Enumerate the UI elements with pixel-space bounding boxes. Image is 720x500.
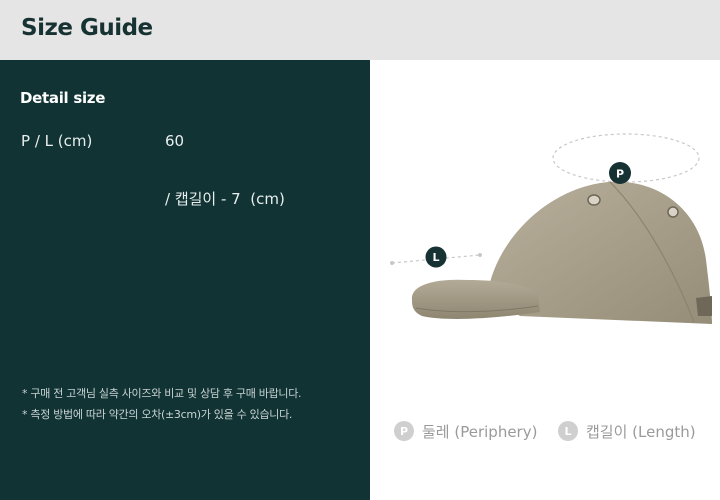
- spec-extra: / 캡길이 - 7 (cm): [165, 190, 285, 208]
- legend-periphery: P 둘레 (Periphery): [394, 420, 537, 442]
- detail-size-panel: Detail size P / L (cm) 60 / 캡길이 - 7 (cm)…: [0, 60, 370, 500]
- legend-label-length: 캡길이 (Length): [586, 422, 696, 441]
- marker-p-label: P: [616, 168, 624, 181]
- page-title: Size Guide: [21, 15, 153, 41]
- legend-length: L 캡길이 (Length): [558, 420, 696, 442]
- note-measurement: * 측정 방법에 따라 약간의 오차(±3cm)가 있을 수 있습니다.: [22, 408, 293, 421]
- legend-badge-l: L: [558, 421, 578, 441]
- marker-l: L: [425, 246, 447, 268]
- figure-panel: P L P 둘레 (Periphery) L 캡길이 (Length): [370, 60, 720, 500]
- note-purchase: * 구매 전 고객님 실측 사이즈와 비교 및 상담 후 구매 바랍니다.: [22, 387, 302, 400]
- legend-label-periphery: 둘레 (Periphery): [422, 422, 538, 441]
- spec-value: 60: [165, 132, 185, 150]
- length-guide-dot: [478, 253, 482, 257]
- marker-p: P: [609, 162, 631, 184]
- marker-l-label: L: [432, 251, 439, 264]
- back-strap: [696, 296, 712, 316]
- page-header: Size Guide: [0, 0, 720, 60]
- eyelet: [587, 194, 601, 206]
- length-guide-dot: [390, 261, 394, 265]
- detail-size-heading: Detail size: [20, 89, 106, 107]
- legend-badge-p: P: [394, 421, 414, 441]
- eyelet: [667, 206, 679, 218]
- spec-label: P / L (cm): [21, 132, 93, 150]
- cap-illustration: P L: [390, 133, 712, 324]
